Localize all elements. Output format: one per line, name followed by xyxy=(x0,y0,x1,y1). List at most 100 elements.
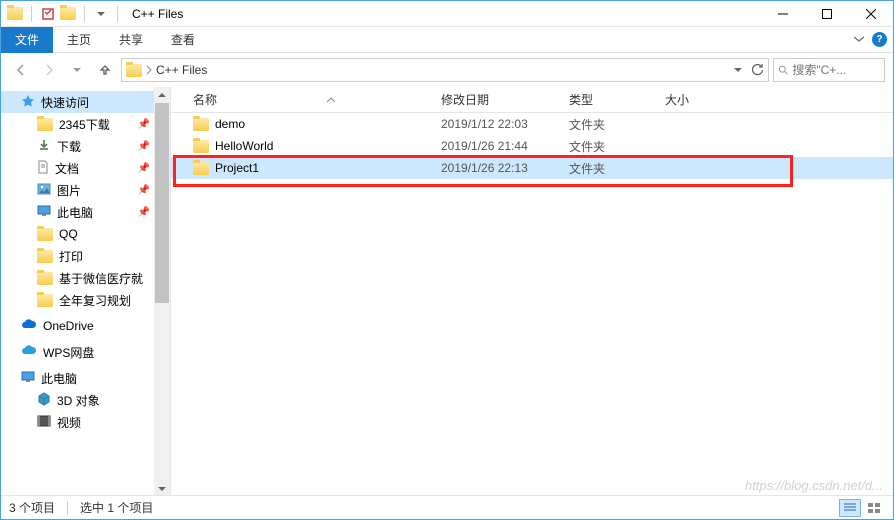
file-row[interactable]: HelloWorld 2019/1/26 21:44 文件夹 xyxy=(171,135,893,157)
pin-icon: 📌 xyxy=(138,141,150,152)
sidebar-item-label: 快速访问 xyxy=(41,94,89,111)
file-date: 2019/1/12 22:03 xyxy=(433,117,561,131)
sidebar-quick-access[interactable]: 快速访问 xyxy=(1,91,154,113)
recent-dropdown-icon[interactable] xyxy=(65,58,89,82)
column-date[interactable]: 修改日期 xyxy=(433,91,561,108)
properties-icon[interactable] xyxy=(40,6,56,22)
new-folder-icon[interactable] xyxy=(60,6,76,22)
file-name: HelloWorld xyxy=(215,139,273,153)
sidebar-item-label: 3D 对象 xyxy=(57,392,100,409)
address-bar[interactable]: C++ Files xyxy=(121,58,769,82)
search-input[interactable] xyxy=(792,63,880,77)
column-type[interactable]: 类型 xyxy=(561,91,657,108)
sidebar-item-label: 2345下载 xyxy=(59,116,110,133)
dropdown-icon[interactable] xyxy=(93,6,109,22)
file-type: 文件夹 xyxy=(561,138,657,155)
back-button[interactable] xyxy=(9,58,33,82)
file-type: 文件夹 xyxy=(561,116,657,133)
file-type: 文件夹 xyxy=(561,160,657,177)
tab-label: 主页 xyxy=(67,31,91,48)
star-icon xyxy=(21,94,35,111)
navigation-bar: C++ Files xyxy=(1,53,893,87)
minimize-button[interactable] xyxy=(761,1,805,27)
ribbon-expand-icon[interactable] xyxy=(854,33,864,47)
sidebar-item-documents[interactable]: 文档📌 xyxy=(1,157,154,179)
search-box[interactable] xyxy=(773,58,885,82)
status-selection: 选中 1 个项目 xyxy=(80,499,153,516)
chevron-down-icon[interactable] xyxy=(734,66,742,74)
picture-icon xyxy=(37,183,51,198)
status-item-count: 3 个项目 xyxy=(9,499,55,516)
folder-icon xyxy=(193,118,209,131)
maximize-button[interactable] xyxy=(805,1,849,27)
sidebar-this-pc[interactable]: 此电脑 xyxy=(1,367,154,389)
column-size[interactable]: 大小 xyxy=(657,91,737,108)
refresh-icon[interactable] xyxy=(750,63,764,77)
file-row[interactable]: demo 2019/1/12 22:03 文件夹 xyxy=(171,113,893,135)
chevron-right-icon xyxy=(146,65,152,75)
film-icon xyxy=(37,415,51,430)
sidebar-item-pictures[interactable]: 图片 📌 xyxy=(1,179,154,201)
file-date: 2019/1/26 22:13 xyxy=(433,161,561,175)
tab-share[interactable]: 共享 xyxy=(105,27,157,53)
sidebar-item-label: 视频 xyxy=(57,414,81,431)
sidebar-item-downloads[interactable]: 下载📌 xyxy=(1,135,154,157)
cube-icon xyxy=(37,392,51,409)
main-area: 快速访问 2345下载📌 下载📌 文档📌 图片📌 此电脑📌 QQ 打印 基于微信… xyxy=(1,87,893,497)
column-label: 名称 xyxy=(193,91,217,108)
column-label: 修改日期 xyxy=(441,93,489,107)
pin-icon: 📌 xyxy=(138,207,150,218)
view-details-button[interactable] xyxy=(839,499,861,517)
tab-view[interactable]: 查看 xyxy=(157,27,209,53)
pc-icon xyxy=(37,205,51,220)
tab-file[interactable]: 文件 xyxy=(1,27,53,53)
separator xyxy=(84,6,85,22)
file-rows: demo 2019/1/12 22:03 文件夹 HelloWorld 2019… xyxy=(171,113,893,179)
ribbon-bar: 文件 主页 共享 查看 ? xyxy=(1,27,893,53)
search-icon xyxy=(778,64,788,76)
column-label: 大小 xyxy=(665,93,689,107)
download-icon xyxy=(37,138,51,155)
quick-access-toolbar: C++ Files xyxy=(1,6,183,22)
file-row-selected[interactable]: Project1 2019/1/26 22:13 文件夹 xyxy=(171,157,893,179)
sidebar-item[interactable]: 全年复习规划 xyxy=(1,289,154,311)
sidebar-item-this-pc[interactable]: 此电脑 📌 xyxy=(1,201,154,223)
folder-icon xyxy=(37,118,53,131)
scrollbar-thumb[interactable] xyxy=(155,103,169,303)
up-button[interactable] xyxy=(93,58,117,82)
sidebar-item-label: 此电脑 xyxy=(57,204,93,221)
close-button[interactable] xyxy=(849,1,893,27)
sidebar-item-label: 图片 xyxy=(57,182,81,199)
sidebar-item[interactable]: 2345下载 📌 xyxy=(1,113,154,135)
cloud-icon xyxy=(21,319,37,333)
view-icons-button[interactable] xyxy=(863,499,885,517)
file-name: Project1 xyxy=(215,161,259,175)
pin-icon: 📌 xyxy=(138,119,150,130)
ribbon-right: ? xyxy=(854,32,887,47)
sort-indicator-icon xyxy=(327,97,335,103)
column-name[interactable]: 名称 xyxy=(185,91,433,108)
scroll-up-icon[interactable] xyxy=(154,87,170,103)
window-title: C++ Files xyxy=(132,7,183,21)
help-icon[interactable]: ? xyxy=(872,32,887,47)
sidebar-item-label: 文档 xyxy=(55,160,79,177)
sidebar-onedrive[interactable]: OneDrive xyxy=(1,315,154,337)
file-list: 名称 修改日期 类型 大小 demo 2019/1/12 22:03 文件夹 H… xyxy=(171,87,893,497)
sidebar-wps[interactable]: WPS网盘 xyxy=(1,341,154,363)
tab-file-label: 文件 xyxy=(15,31,39,48)
sidebar-scrollbar[interactable] xyxy=(154,87,170,497)
sidebar-item[interactable]: QQ xyxy=(1,223,154,245)
address-text: C++ Files xyxy=(156,63,730,77)
sidebar-item-3d[interactable]: 3D 对象 xyxy=(1,389,154,411)
folder-icon xyxy=(193,162,209,175)
scrollbar-track[interactable] xyxy=(154,303,170,481)
tab-home[interactable]: 主页 xyxy=(53,27,105,53)
tab-label: 查看 xyxy=(171,31,195,48)
sidebar-item[interactable]: 基于微信医疗就 xyxy=(1,267,154,289)
column-label: 类型 xyxy=(569,93,593,107)
pin-icon: 📌 xyxy=(138,185,150,196)
sidebar-item-videos[interactable]: 视频 xyxy=(1,411,154,433)
sidebar-item[interactable]: 打印 xyxy=(1,245,154,267)
folder-icon xyxy=(126,64,142,77)
forward-button[interactable] xyxy=(37,58,61,82)
